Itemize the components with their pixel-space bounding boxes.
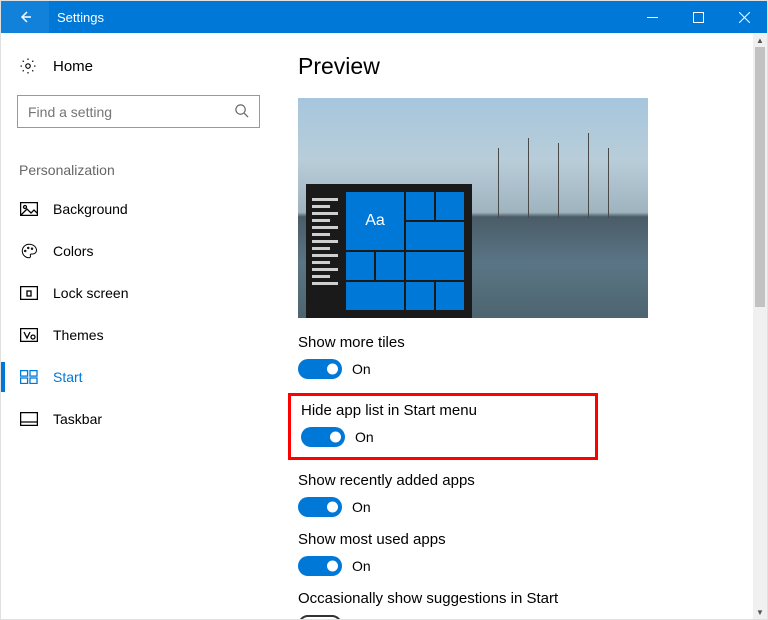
sidebar-item-label: Taskbar [53, 411, 102, 427]
setting-most-used: Show most used apps On [298, 531, 743, 576]
toggle-state: Off [352, 617, 370, 619]
back-button[interactable] [1, 1, 49, 33]
toggle-state: On [352, 361, 371, 377]
toggle-state: On [355, 429, 374, 445]
toggle-state: On [352, 558, 371, 574]
titlebar: Settings [1, 1, 767, 33]
sidebar-item-label: Colors [53, 243, 93, 259]
close-button[interactable] [721, 1, 767, 33]
setting-hide-app-list: Hide app list in Start menu On [301, 402, 585, 447]
scrollbar-up-icon[interactable]: ▲ [753, 33, 767, 47]
maximize-button[interactable] [675, 1, 721, 33]
setting-label: Show most used apps [298, 531, 743, 548]
setting-label: Show more tiles [298, 334, 743, 351]
sidebar: Home Personalization Background Colors L… [1, 33, 276, 619]
page-title: Preview [298, 53, 743, 80]
toggle-hide-app-list[interactable] [301, 427, 345, 447]
search-input[interactable] [28, 104, 234, 120]
setting-recently-added: Show recently added apps On [298, 472, 743, 517]
palette-icon [19, 242, 39, 260]
sidebar-item-colors[interactable]: Colors [1, 230, 276, 272]
sidebar-item-themes[interactable]: Themes [1, 314, 276, 356]
home-button[interactable]: Home [1, 49, 276, 89]
themes-icon [19, 328, 39, 342]
setting-label: Occasionally show suggestions in Start [298, 590, 743, 607]
scrollbar-thumb[interactable] [755, 47, 765, 307]
search-icon [234, 103, 249, 121]
scrollbar[interactable]: ▲ ▼ [753, 33, 767, 619]
toggle-suggestions[interactable] [298, 615, 342, 619]
search-box[interactable] [17, 95, 260, 128]
window-title: Settings [49, 10, 629, 25]
sample-tile-text: Aa [346, 192, 404, 250]
scrollbar-down-icon[interactable]: ▼ [753, 605, 767, 619]
lockscreen-icon [19, 286, 39, 300]
toggle-recently-added[interactable] [298, 497, 342, 517]
section-label: Personalization [1, 128, 276, 188]
setting-label: Hide app list in Start menu [301, 402, 585, 419]
setting-show-more-tiles: Show more tiles On [298, 334, 743, 379]
sidebar-item-label: Background [53, 201, 128, 217]
sidebar-item-background[interactable]: Background [1, 188, 276, 230]
window-controls [629, 1, 767, 33]
toggle-state: On [352, 499, 371, 515]
taskbar-icon [19, 412, 39, 426]
picture-icon [19, 202, 39, 216]
gear-icon [19, 57, 39, 75]
minimize-button[interactable] [629, 1, 675, 33]
home-label: Home [53, 58, 93, 75]
start-menu-preview: Aa [306, 184, 472, 318]
sidebar-item-label: Lock screen [53, 285, 128, 301]
toggle-show-more-tiles[interactable] [298, 359, 342, 379]
main-content: Preview Aa [276, 33, 767, 619]
setting-suggestions: Occasionally show suggestions in Start O… [298, 590, 743, 619]
toggle-most-used[interactable] [298, 556, 342, 576]
setting-label: Show recently added apps [298, 472, 743, 489]
sidebar-item-taskbar[interactable]: Taskbar [1, 398, 276, 440]
sidebar-item-label: Start [53, 369, 83, 385]
sidebar-item-label: Themes [53, 327, 104, 343]
sidebar-item-start[interactable]: Start [1, 356, 276, 398]
sidebar-item-lockscreen[interactable]: Lock screen [1, 272, 276, 314]
highlighted-setting: Hide app list in Start menu On [288, 393, 598, 460]
start-icon [19, 370, 39, 384]
desktop-preview: Aa [298, 98, 648, 318]
